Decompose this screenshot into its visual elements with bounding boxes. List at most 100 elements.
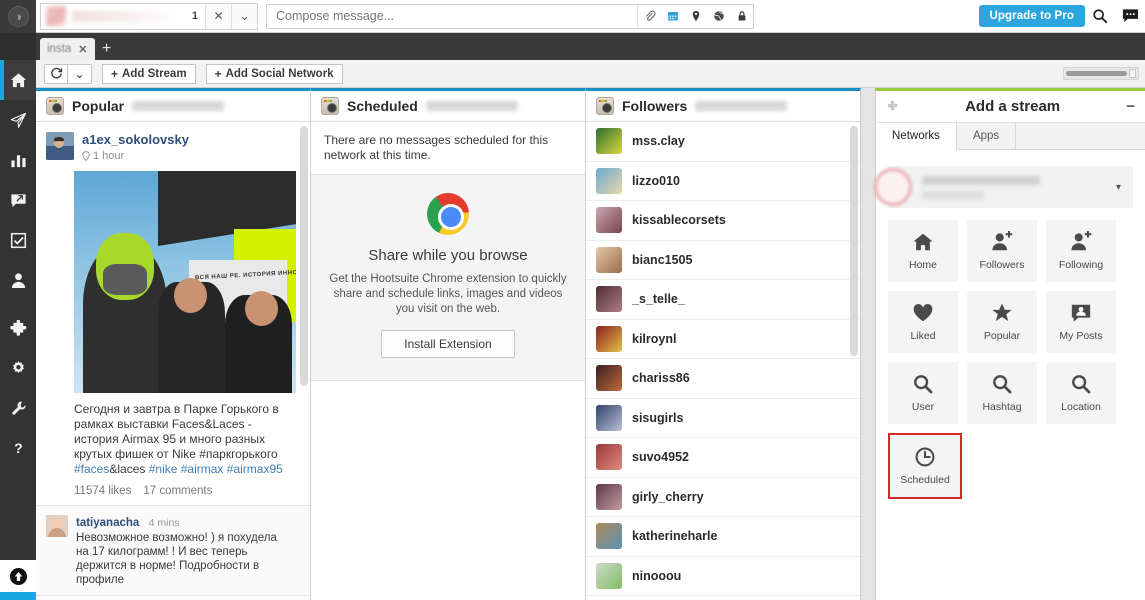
sidebar-item-assignments[interactable] bbox=[0, 220, 36, 260]
stream-type-tile[interactable]: Followers bbox=[967, 220, 1037, 282]
sidebar-item-analytics[interactable] bbox=[0, 140, 36, 180]
stream-type-liked[interactable]: Liked bbox=[888, 291, 958, 353]
caption-hashtags[interactable]: #nike #airmax #airmax95 bbox=[149, 462, 283, 476]
search-icon[interactable] bbox=[1085, 0, 1115, 33]
follower-username[interactable]: kilroynl bbox=[632, 332, 676, 346]
stream-type-my-posts[interactable]: My Posts bbox=[1046, 291, 1116, 353]
move-icon[interactable] bbox=[886, 100, 899, 113]
stream-type-tile[interactable]: User bbox=[888, 362, 958, 424]
stream-type-label: Popular bbox=[983, 330, 1021, 342]
follower-username[interactable]: girly_cherry bbox=[632, 490, 704, 504]
scrollbar-end-cap[interactable] bbox=[1129, 69, 1136, 78]
stream-type-location[interactable]: Location bbox=[1046, 362, 1116, 424]
follower-username[interactable]: mss.clay bbox=[632, 134, 685, 148]
stream-header[interactable]: Scheduled bbox=[311, 91, 585, 122]
location-icon[interactable] bbox=[684, 5, 707, 28]
close-icon[interactable]: ✕ bbox=[205, 3, 231, 29]
sidebar-item-publisher[interactable] bbox=[0, 100, 36, 140]
comment-username[interactable]: tatiyanacha bbox=[76, 517, 139, 529]
stream-type-home[interactable]: Home bbox=[888, 220, 958, 282]
close-icon[interactable]: ✕ bbox=[78, 43, 87, 56]
stream-type-tile[interactable]: Popular bbox=[967, 291, 1037, 353]
follower-row[interactable]: bianc1505 bbox=[586, 241, 860, 280]
follower-row[interactable]: girly_cherry bbox=[586, 478, 860, 517]
sidebar-item-streams-share[interactable] bbox=[0, 180, 36, 220]
follower-row[interactable]: suvo4952 bbox=[586, 438, 860, 478]
stream-type-tile[interactable]: Hashtag bbox=[967, 362, 1037, 424]
compose-input[interactable] bbox=[267, 9, 637, 23]
refresh-icon[interactable] bbox=[44, 63, 68, 84]
follower-username[interactable]: sisugirls bbox=[632, 411, 683, 425]
follower-username[interactable]: katherineharle bbox=[632, 529, 717, 543]
follower-row[interactable]: kilroynl bbox=[586, 320, 860, 359]
stream-type-tile[interactable]: Scheduled bbox=[890, 435, 960, 497]
follower-row[interactable]: _s_telle_ bbox=[586, 280, 860, 320]
follower-row[interactable]: katherineharle bbox=[586, 517, 860, 557]
app-logo[interactable]: ◑ bbox=[0, 0, 36, 33]
stream-type-scheduled[interactable]: Scheduled bbox=[888, 433, 962, 499]
follower-row[interactable]: chariss86 bbox=[586, 359, 860, 399]
arrow-up-icon[interactable] bbox=[0, 560, 36, 592]
scrollbar-thumb[interactable] bbox=[1066, 71, 1127, 76]
refresh-options-chevron-icon[interactable]: ⌄ bbox=[68, 63, 92, 84]
follower-row[interactable]: sisugirls bbox=[586, 399, 860, 438]
stream-type-hashtag[interactable]: Hashtag bbox=[967, 362, 1037, 424]
account-selector-chip[interactable]: 1 ✕ ⌄ bbox=[40, 2, 258, 30]
follower-username[interactable]: suvo4952 bbox=[632, 450, 689, 464]
stream-type-tile[interactable]: My Posts bbox=[1046, 291, 1116, 353]
sidebar-item-settings[interactable] bbox=[0, 348, 36, 388]
add-tab-button[interactable]: + bbox=[95, 38, 119, 60]
horizontal-scrollbar[interactable] bbox=[1063, 67, 1139, 80]
stream-type-tile[interactable]: Following bbox=[1046, 220, 1116, 282]
upgrade-to-pro-button[interactable]: Upgrade to Pro bbox=[978, 5, 1085, 27]
follower-row[interactable]: lizzo010 bbox=[586, 162, 860, 201]
stream-header[interactable]: Followers bbox=[586, 91, 860, 122]
attach-icon[interactable] bbox=[638, 5, 661, 28]
follower-username[interactable]: ninooou bbox=[632, 569, 681, 583]
follower-username[interactable]: _s_telle_ bbox=[632, 292, 685, 306]
caption-hashtag-faces[interactable]: #faces bbox=[74, 462, 109, 476]
stream-header[interactable]: Popular bbox=[36, 91, 310, 122]
post-photo[interactable]: ВСЯ НАШ РЕ. ИСТОРИЯ ИННОВАЦИЙ. bbox=[74, 171, 296, 393]
globe-icon[interactable] bbox=[707, 5, 730, 28]
account-dropdown[interactable]: ▾ bbox=[874, 166, 1133, 208]
tab-apps[interactable]: Apps bbox=[957, 123, 1017, 149]
stream-type-user[interactable]: User bbox=[888, 362, 958, 424]
stream-type-tile[interactable]: Liked bbox=[888, 291, 958, 353]
add-stream-button[interactable]: + Add Stream bbox=[102, 63, 196, 84]
sidebar-item-tools[interactable] bbox=[0, 388, 36, 428]
sidebar-item-help[interactable]: ? bbox=[0, 428, 36, 468]
stream-type-tile[interactable]: Location bbox=[1046, 362, 1116, 424]
compose-box[interactable] bbox=[266, 3, 754, 29]
minimize-button[interactable]: − bbox=[1126, 98, 1135, 115]
avatar bbox=[874, 168, 912, 206]
install-extension-button[interactable]: Install Extension bbox=[381, 330, 515, 358]
sidebar-item-apps[interactable] bbox=[0, 308, 36, 348]
chevron-down-icon[interactable]: ⌄ bbox=[231, 3, 257, 29]
chevron-down-icon[interactable]: ▾ bbox=[1116, 182, 1121, 193]
calendar-icon[interactable] bbox=[661, 5, 684, 28]
vertical-scrollbar[interactable] bbox=[300, 126, 308, 386]
stream-type-popular[interactable]: Popular bbox=[967, 291, 1037, 353]
post-header: a1ex_sokolovsky 1 hour bbox=[46, 132, 298, 162]
tab-insta[interactable]: insta ✕ bbox=[40, 38, 95, 60]
tab-networks[interactable]: Networks bbox=[876, 123, 957, 150]
post-username[interactable]: a1ex_sokolovsky bbox=[82, 132, 189, 147]
heart-icon bbox=[912, 302, 934, 324]
follower-username[interactable]: chariss86 bbox=[632, 371, 690, 385]
follower-username[interactable]: lizzo010 bbox=[632, 174, 680, 188]
chat-icon[interactable] bbox=[1115, 0, 1145, 33]
vertical-scrollbar[interactable] bbox=[850, 126, 858, 356]
follower-row[interactable]: kissablecorsets bbox=[586, 201, 860, 241]
add-social-network-button[interactable]: + Add Social Network bbox=[205, 63, 343, 84]
lock-icon[interactable] bbox=[730, 5, 753, 28]
sidebar-item-contacts[interactable] bbox=[0, 260, 36, 300]
stream-type-tile[interactable]: Home bbox=[888, 220, 958, 282]
follower-username[interactable]: bianc1505 bbox=[632, 253, 692, 267]
stream-type-following[interactable]: Following bbox=[1046, 220, 1116, 282]
follower-row[interactable]: ninooou bbox=[586, 557, 860, 596]
follower-row[interactable]: mss.clay bbox=[586, 122, 860, 162]
sidebar-item-home[interactable] bbox=[0, 60, 36, 100]
stream-type-followers[interactable]: Followers bbox=[967, 220, 1037, 282]
follower-username[interactable]: kissablecorsets bbox=[632, 213, 726, 227]
